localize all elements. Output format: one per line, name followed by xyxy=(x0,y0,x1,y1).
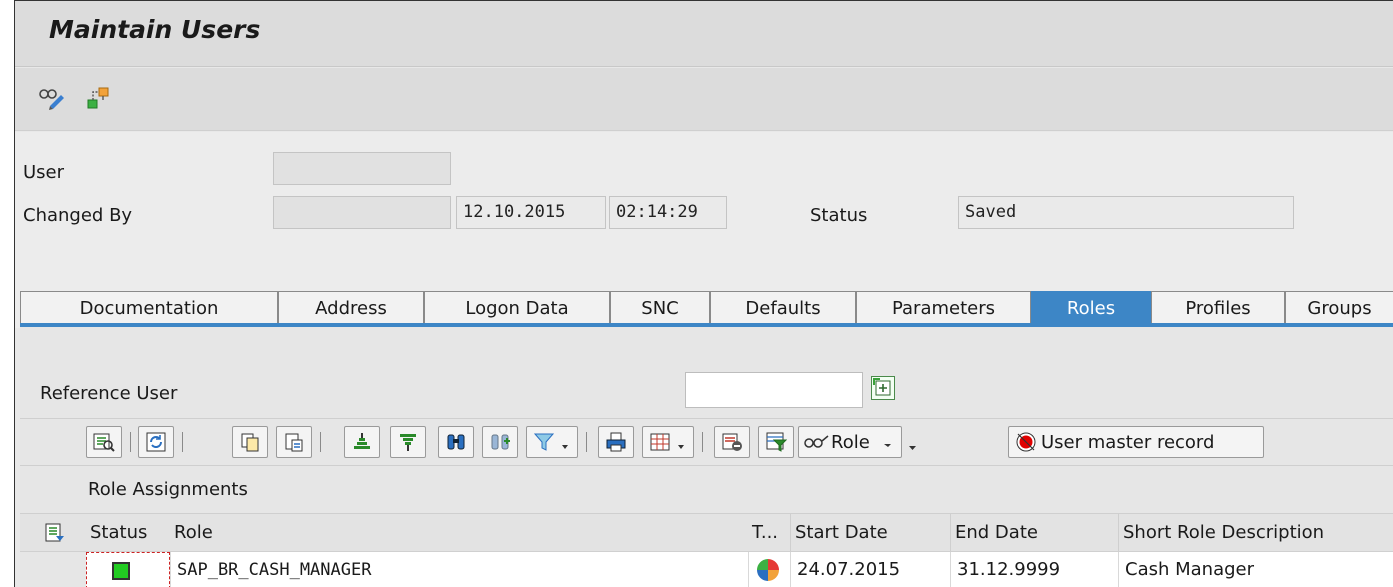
org-structure-icon[interactable] xyxy=(85,84,113,112)
application-toolbar xyxy=(15,68,1393,131)
sort-descending-icon[interactable] xyxy=(390,426,426,458)
role-assignments-title: Role Assignments xyxy=(88,479,248,500)
col-header-role[interactable]: Role xyxy=(170,514,740,552)
chevron-down-icon xyxy=(883,444,891,447)
table-row[interactable]: SAP_BR_CASH_MANAGER 24.07.2015 31.12.999… xyxy=(20,551,1393,587)
composite-role-icon xyxy=(757,559,779,581)
glasses-icon xyxy=(804,435,829,448)
separator xyxy=(130,432,131,452)
reference-user-input[interactable] xyxy=(685,372,863,408)
status-cell[interactable] xyxy=(86,552,170,587)
page-title: Maintain Users xyxy=(49,15,261,44)
copy-icon[interactable] xyxy=(232,426,268,458)
changed-time-field: 02:14:29 xyxy=(609,196,727,229)
user-master-record-button[interactable]: User master record xyxy=(1008,426,1264,458)
end-date-cell[interactable]: 31.12.9999 xyxy=(950,552,1118,587)
tab-defaults[interactable]: Defaults xyxy=(710,291,856,326)
role-button-label: Role xyxy=(831,431,870,453)
tab-parameters[interactable]: Parameters xyxy=(856,291,1031,326)
status-field: Saved xyxy=(958,196,1294,229)
select-all-icon[interactable] xyxy=(44,522,66,549)
separator xyxy=(182,432,183,452)
tab-profiles[interactable]: Profiles xyxy=(1151,291,1285,326)
tab-address[interactable]: Address xyxy=(278,291,424,326)
user-master-record-label: User master record xyxy=(1041,431,1215,453)
start-date-cell[interactable]: 24.07.2015 xyxy=(790,552,950,587)
details-icon[interactable] xyxy=(86,426,122,458)
changed-by-field xyxy=(273,196,451,229)
separator xyxy=(320,432,321,452)
reference-user-label: Reference User xyxy=(40,383,178,404)
tab-logon-data[interactable]: Logon Data xyxy=(424,291,610,326)
col-header-end-date[interactable]: End Date xyxy=(950,514,1118,552)
sap-window: Maintain Users User Changed By 12.10.201… xyxy=(14,0,1393,587)
role-name-cell[interactable]: SAP_BR_CASH_MANAGER xyxy=(170,552,748,587)
paste-icon[interactable] xyxy=(276,426,312,458)
title-bar: Maintain Users xyxy=(15,1,1393,67)
alv-toolbar: Role User master record xyxy=(20,418,1393,466)
tab-strip: Documentation Address Logon Data SNC Def… xyxy=(20,291,1393,327)
alert-icon xyxy=(1016,432,1036,452)
changed-by-label: Changed By xyxy=(23,205,133,226)
roles-panel: Reference User Role User master record R… xyxy=(20,327,1393,587)
status-light-icon xyxy=(112,562,130,580)
sort-ascending-icon[interactable] xyxy=(344,426,380,458)
print-icon[interactable] xyxy=(598,426,634,458)
tab-documentation[interactable]: Documentation xyxy=(20,291,278,326)
filter-icon[interactable] xyxy=(526,426,578,458)
layout-icon[interactable] xyxy=(642,426,694,458)
description-cell: Cash Manager xyxy=(1118,552,1393,587)
filter-rows-icon[interactable] xyxy=(758,426,794,458)
find-icon[interactable] xyxy=(438,426,474,458)
col-header-start-date[interactable]: Start Date xyxy=(790,514,950,552)
changed-date-field: 12.10.2015 xyxy=(456,196,606,229)
user-label: User xyxy=(23,162,65,183)
role-dropdown-arrow[interactable] xyxy=(906,435,920,456)
refresh-icon[interactable] xyxy=(138,426,174,458)
separator xyxy=(586,432,587,452)
find-next-icon[interactable] xyxy=(482,426,518,458)
role-grid-header: Status Role T... Start Date End Date Sho… xyxy=(20,513,1393,552)
role-type-cell xyxy=(748,552,790,587)
row-selector[interactable] xyxy=(20,552,86,587)
status-label: Status xyxy=(810,205,868,226)
col-header-type[interactable]: T... xyxy=(748,514,790,552)
separator xyxy=(702,432,703,452)
delete-row-icon[interactable] xyxy=(714,426,750,458)
user-field[interactable] xyxy=(273,152,451,185)
tab-groups[interactable]: Groups xyxy=(1285,291,1393,326)
display-change-icon[interactable] xyxy=(37,84,65,112)
col-header-description[interactable]: Short Role Description xyxy=(1118,514,1393,552)
col-header-status[interactable]: Status xyxy=(86,514,170,552)
reference-user-add-icon[interactable] xyxy=(871,376,895,400)
tab-roles[interactable]: Roles xyxy=(1031,291,1151,326)
role-button[interactable]: Role xyxy=(798,426,902,458)
tab-snc[interactable]: SNC xyxy=(610,291,710,326)
role-assignments-bar: Role Assignments xyxy=(20,467,1393,513)
